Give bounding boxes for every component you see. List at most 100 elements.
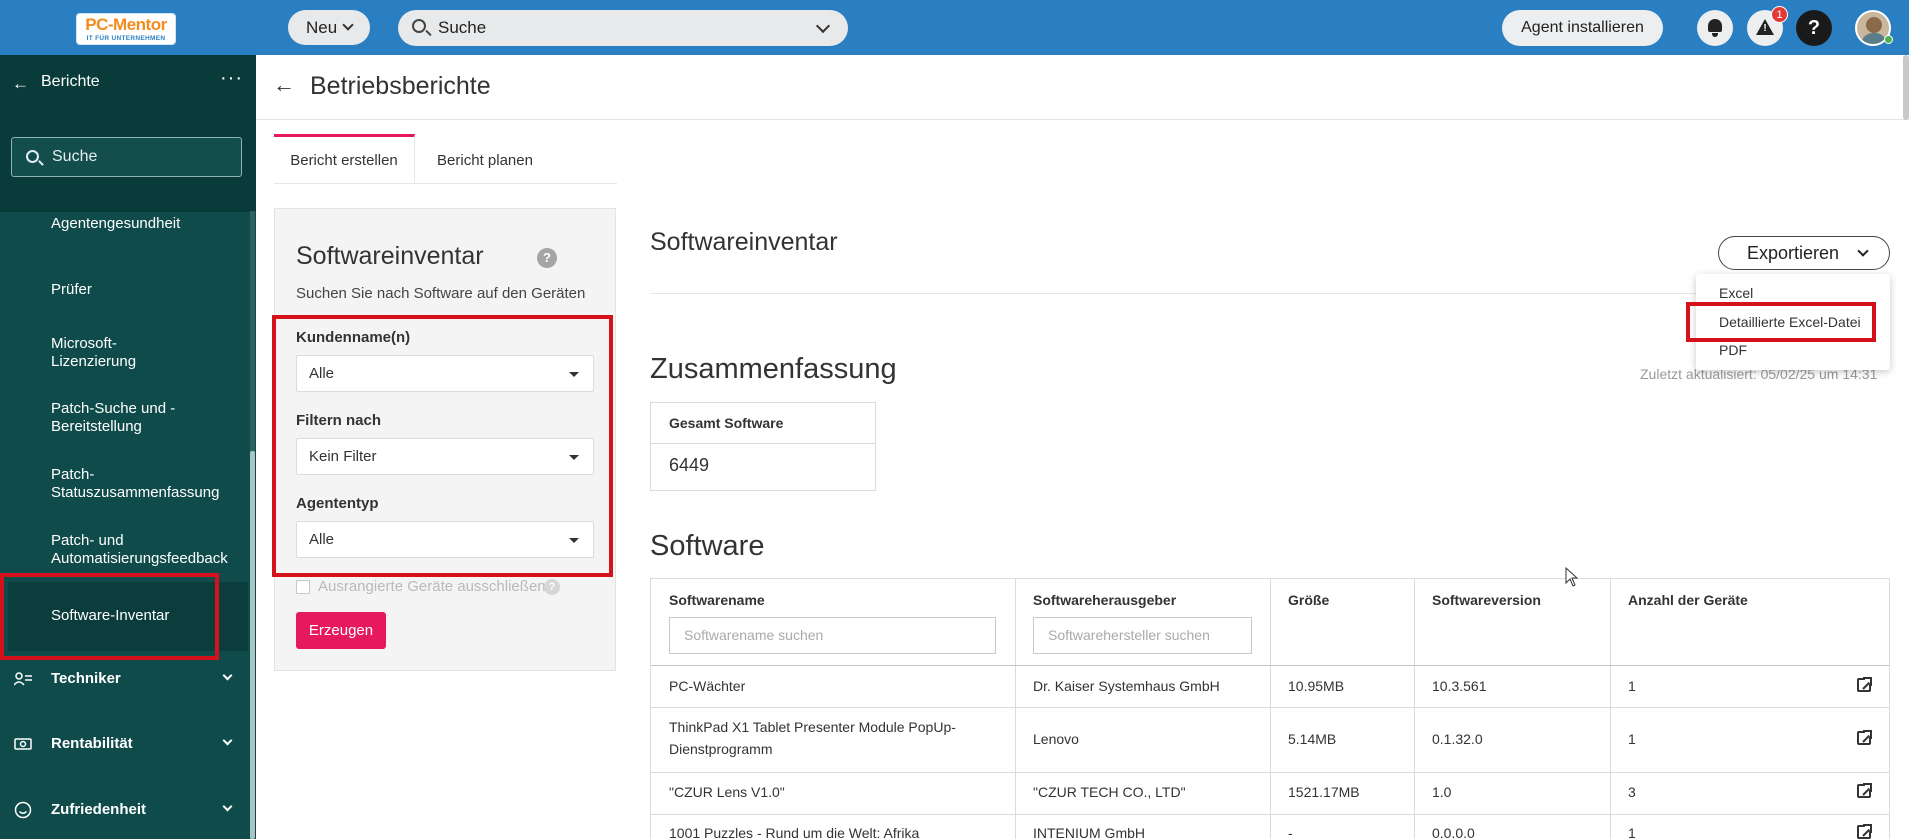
cell-software-name: 1001 Puzzles - Rund um die Welt: Afrika: [669, 825, 920, 839]
sidebar-item-agentengesundheit[interactable]: Agentengesundheit: [51, 215, 180, 233]
sidebar-title: Berichte: [41, 73, 100, 90]
sidebar-item-patch-status[interactable]: Patch-Statuszusammenfassung: [51, 466, 231, 502]
bell-icon: [1708, 19, 1722, 32]
logo[interactable]: PC-Mentor IT FÜR UNTERNEHMEN: [76, 13, 176, 45]
new-button-label: Neu: [306, 18, 338, 37]
chevron-down-icon: [222, 735, 233, 746]
cell-publisher: Lenovo: [1033, 731, 1079, 747]
logo-text: PC-Mentor: [85, 15, 167, 34]
open-external-icon[interactable]: [1857, 676, 1873, 692]
online-status-dot: [1884, 35, 1893, 44]
cell-count: 3: [1628, 784, 1636, 800]
form-title: Softwareinventar: [296, 242, 484, 270]
more-options-icon[interactable]: ···: [220, 67, 243, 90]
cell-software-name: ThinkPad X1 Tablet Presenter Module PopU…: [669, 719, 956, 735]
global-search[interactable]: Suche: [398, 10, 848, 46]
sidebar-item-microsoft-lizenzierung[interactable]: Microsoft-Lizenzierung: [51, 335, 181, 371]
help-button[interactable]: ?: [1796, 10, 1832, 46]
sidebar-group-rentabilitaet[interactable]: Rentabilität: [0, 725, 250, 765]
report-tabs: Bericht erstellen Bericht planen: [274, 134, 617, 184]
open-external-icon[interactable]: [1857, 823, 1873, 839]
report-title: Softwareinventar: [650, 228, 838, 256]
software-table: Softwarename Softwareherausgeber Größe S…: [650, 578, 1890, 839]
publisher-filter-input[interactable]: Softwarehersteller suchen: [1033, 617, 1252, 654]
back-arrow-icon[interactable]: ←: [12, 74, 29, 94]
export-option-excel[interactable]: Excel: [1719, 285, 1753, 301]
sidebar: ← Berichte ··· Suche Agentengesundheit P…: [0, 55, 256, 839]
sidebar-search-placeholder: Suche: [52, 148, 98, 165]
highlight-box: [0, 573, 219, 660]
sidebar-search-input[interactable]: Suche: [11, 137, 242, 177]
cell-size: -: [1288, 825, 1293, 839]
chevron-down-icon: [222, 801, 233, 812]
tab-bericht-planen[interactable]: Bericht planen: [415, 134, 555, 184]
page-scrollbar[interactable]: [1903, 55, 1909, 120]
cell-publisher: INTENIUM GmbH: [1033, 825, 1145, 839]
cell-software-name: PC-Wächter: [669, 678, 746, 694]
exclude-retired-label: Ausrangierte Geräte ausschließen: [318, 578, 546, 595]
sidebar-item-pruefer[interactable]: Prüfer: [51, 281, 92, 299]
sidebar-item-patch-suche[interactable]: Patch-Suche und -Bereitstellung: [51, 400, 221, 436]
sidebar-header: ← Berichte ···: [0, 55, 256, 112]
cell-size: 10.95MB: [1288, 678, 1345, 694]
install-agent-button[interactable]: Agent installieren: [1502, 10, 1663, 46]
scrollbar-thumb[interactable]: [250, 451, 255, 839]
export-button[interactable]: Exportieren: [1718, 236, 1890, 270]
summary-card: Gesamt Software 6449: [650, 402, 876, 491]
generate-button[interactable]: Erzeugen: [296, 612, 386, 649]
cell-count: 1: [1628, 731, 1636, 747]
highlight-box: [1686, 302, 1876, 342]
back-arrow-icon[interactable]: ←: [273, 72, 295, 98]
column-header-version[interactable]: Softwareversion: [1432, 592, 1541, 608]
cell-software-name: "CZUR Lens V1.0": [669, 784, 785, 800]
chevron-down-icon: [815, 18, 831, 34]
export-button-label: Exportieren: [1747, 243, 1840, 263]
chevron-down-icon: [222, 670, 233, 681]
sidebar-group-label: Techniker: [51, 670, 121, 687]
tab-bericht-erstellen[interactable]: Bericht erstellen: [274, 134, 415, 184]
cell-size: 5.14MB: [1288, 731, 1337, 747]
cell-version: 1.0: [1432, 784, 1452, 800]
cell-version: 10.3.561: [1432, 678, 1487, 694]
chevron-down-icon: [1857, 245, 1869, 257]
exclude-retired-checkbox[interactable]: [296, 580, 310, 594]
new-button[interactable]: Neu: [288, 10, 370, 45]
sidebar-group-label: Rentabilität: [51, 735, 133, 752]
open-external-icon[interactable]: [1857, 729, 1873, 745]
export-option-pdf[interactable]: PDF: [1719, 342, 1747, 358]
cell-count: 1: [1628, 825, 1636, 839]
cell-publisher: "CZUR TECH CO., LTD": [1033, 784, 1186, 800]
cell-count: 1: [1628, 678, 1636, 694]
alert-count-badge: 1: [1771, 6, 1788, 23]
cell-version: 0.0.0.0: [1432, 825, 1475, 839]
software-section-title: Software: [650, 530, 765, 562]
column-header-herausgeber[interactable]: Softwareherausgeber: [1033, 592, 1176, 608]
logo-tagline: IT FÜR UNTERNEHMEN: [86, 35, 166, 42]
column-header-groesse[interactable]: Größe: [1288, 592, 1329, 608]
search-icon: [26, 150, 39, 163]
sidebar-group-techniker[interactable]: Techniker: [0, 660, 250, 700]
search-icon: [412, 19, 426, 33]
sidebar-group-zufriedenheit[interactable]: Zufriedenheit: [0, 791, 250, 831]
notifications-button[interactable]: [1697, 10, 1733, 46]
chevron-down-icon: [342, 19, 354, 31]
open-external-icon[interactable]: [1857, 782, 1873, 798]
sidebar-scrollbar[interactable]: [250, 211, 255, 839]
summary-value: 6449: [669, 455, 710, 475]
summary-title: Zusammenfassung: [650, 353, 897, 385]
sidebar-group-label: Zufriedenheit: [51, 801, 147, 818]
software-name-filter-input[interactable]: Softwarename suchen: [669, 617, 996, 654]
help-icon[interactable]: ?: [544, 579, 560, 595]
top-bar: PC-Mentor IT FÜR UNTERNEHMEN Neu Suche A…: [0, 0, 1909, 55]
cell-software-name-line2: Dienstprogramm: [669, 741, 773, 757]
person-list-icon: [14, 672, 32, 686]
mouse-cursor-icon: [1565, 567, 1579, 587]
column-header-anzahl[interactable]: Anzahl der Geräte: [1628, 592, 1748, 608]
cell-size: 1521.17MB: [1288, 784, 1360, 800]
global-search-label: Suche: [438, 18, 487, 37]
form-subtitle: Suchen Sie nach Software auf den Geräten: [296, 285, 586, 302]
column-header-softwarename[interactable]: Softwarename: [669, 592, 765, 608]
cell-publisher: Dr. Kaiser Systemhaus GmbH: [1033, 678, 1220, 694]
sidebar-item-patch-feedback[interactable]: Patch- und Automatisierungsfeedback: [51, 532, 251, 568]
help-icon[interactable]: ?: [537, 248, 557, 268]
